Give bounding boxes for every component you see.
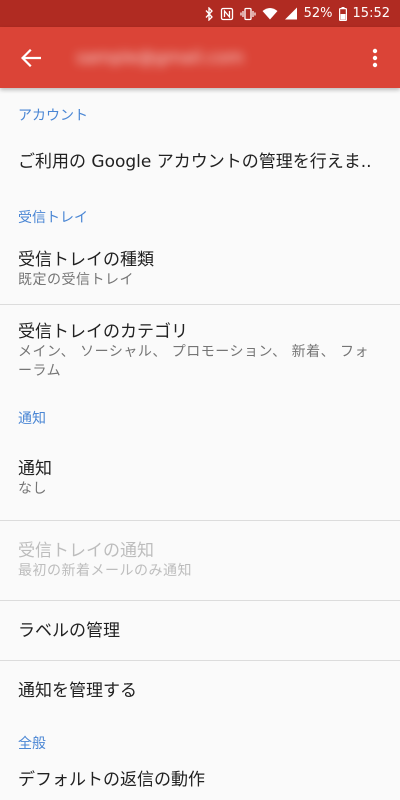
pref-summary: 最初の新着メールのみ通知 bbox=[18, 563, 192, 579]
section-header-general: 全般 bbox=[18, 736, 46, 752]
bluetooth-icon bbox=[204, 6, 214, 21]
pref-title: 受信トレイの種類 bbox=[18, 250, 154, 270]
pref-inbox-notifications: 受信トレイの通知 最初の新着メールのみ通知 bbox=[0, 521, 400, 600]
section-header-inbox: 受信トレイ bbox=[18, 210, 88, 226]
pref-title: デフォルトの返信の動作 bbox=[18, 770, 205, 790]
signal-icon bbox=[284, 7, 298, 20]
pref-manage-account[interactable]: ご利用の Google アカウントの管理を行えま.. bbox=[0, 133, 400, 191]
pref-title: ご利用の Google アカウントの管理を行えま.. bbox=[18, 152, 372, 172]
vibrate-icon bbox=[240, 7, 256, 21]
account-email: sample@gmail.com bbox=[76, 48, 244, 68]
pref-summary: メイン、 ソーシャル、 プロモーション、 新着、 フォーラム bbox=[18, 343, 370, 379]
settings-list: アカウント ご利用の Google アカウントの管理を行えま.. 受信トレイ 受… bbox=[0, 88, 400, 800]
pref-inbox-type[interactable]: 受信トレイの種類 既定の受信トレイ bbox=[0, 235, 400, 304]
pref-summary: なし bbox=[18, 480, 47, 497]
arrow-back-icon[interactable] bbox=[14, 41, 48, 75]
pref-inbox-categories[interactable]: 受信トレイのカテゴリ メイン、 ソーシャル、 プロモーション、 新着、 フォーラ… bbox=[0, 305, 400, 396]
pref-default-reply-action[interactable]: デフォルトの返信の動作 bbox=[0, 763, 400, 800]
wifi-icon bbox=[262, 7, 278, 20]
more-vert-icon[interactable] bbox=[360, 41, 390, 75]
status-bar: 52% 15:52 bbox=[0, 0, 400, 27]
pref-title: 通知を管理する bbox=[18, 681, 137, 701]
pref-title: ラベルの管理 bbox=[18, 620, 120, 641]
battery-percent: 52% bbox=[303, 6, 333, 21]
pref-summary: 既定の受信トレイ bbox=[18, 272, 134, 288]
pref-title: 通知 bbox=[18, 458, 52, 479]
pref-notifications[interactable]: 通知 なし bbox=[0, 436, 400, 520]
pref-manage-notifications[interactable]: 通知を管理する bbox=[0, 661, 400, 721]
pref-manage-labels[interactable]: ラベルの管理 bbox=[0, 601, 400, 660]
section-header-notifications: 通知 bbox=[18, 411, 46, 427]
pref-title: 受信トレイのカテゴリ bbox=[18, 321, 188, 342]
battery-icon bbox=[338, 6, 347, 21]
app-bar: sample@gmail.com bbox=[0, 27, 400, 88]
section-header-account: アカウント bbox=[18, 108, 88, 124]
pref-title: 受信トレイの通知 bbox=[18, 541, 154, 561]
clock: 15:52 bbox=[352, 6, 390, 21]
nfc-icon bbox=[220, 7, 234, 21]
